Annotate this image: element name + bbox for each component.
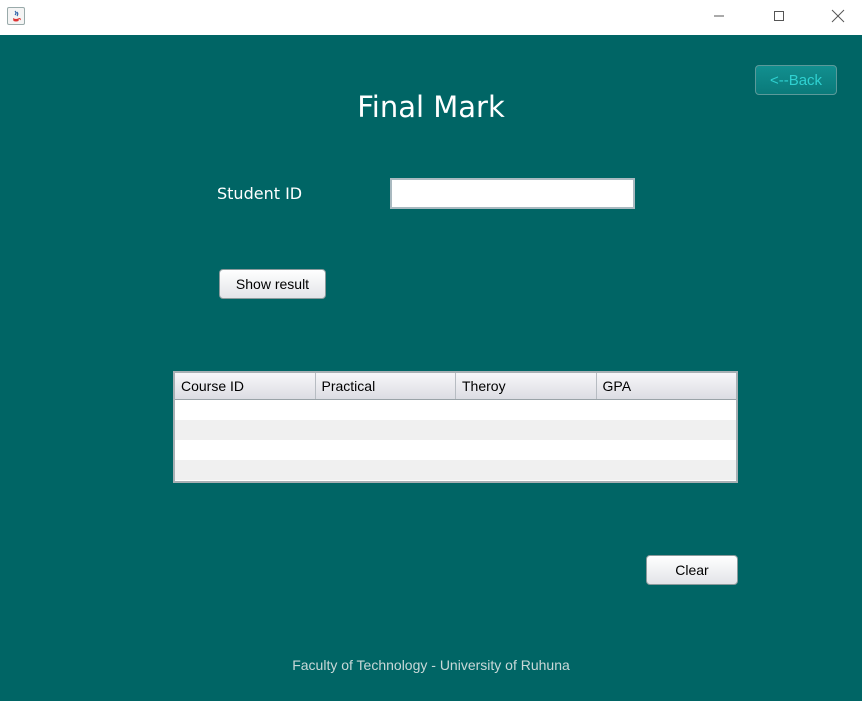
student-id-input[interactable] [390,178,635,209]
java-app-icon [7,7,25,25]
maximize-button[interactable] [756,0,802,32]
column-header-course-id[interactable]: Course ID [175,373,316,399]
table-row[interactable] [175,440,736,460]
main-panel: <--Back Final Mark Student ID Show resul… [0,35,862,701]
footer-text: Faculty of Technology - University of Ru… [292,657,570,673]
minimize-button[interactable] [696,0,742,32]
maximize-icon [774,11,784,21]
window-titlebar [0,0,862,35]
column-header-theory[interactable]: Theroy [456,373,597,399]
table-row[interactable] [175,400,736,420]
table-row[interactable] [175,460,736,480]
column-header-gpa[interactable]: GPA [597,373,737,399]
results-table: Course ID Practical Theroy GPA [173,371,738,483]
close-icon [831,9,845,23]
column-header-practical[interactable]: Practical [316,373,456,399]
student-id-label: Student ID [217,184,303,203]
minimize-icon [714,15,724,17]
table-row[interactable] [175,420,736,440]
clear-button[interactable]: Clear [646,555,738,585]
table-header: Course ID Practical Theroy GPA [175,373,736,400]
show-result-button[interactable]: Show result [219,269,326,299]
close-button[interactable] [815,0,861,32]
page-title: Final Mark [357,90,505,124]
